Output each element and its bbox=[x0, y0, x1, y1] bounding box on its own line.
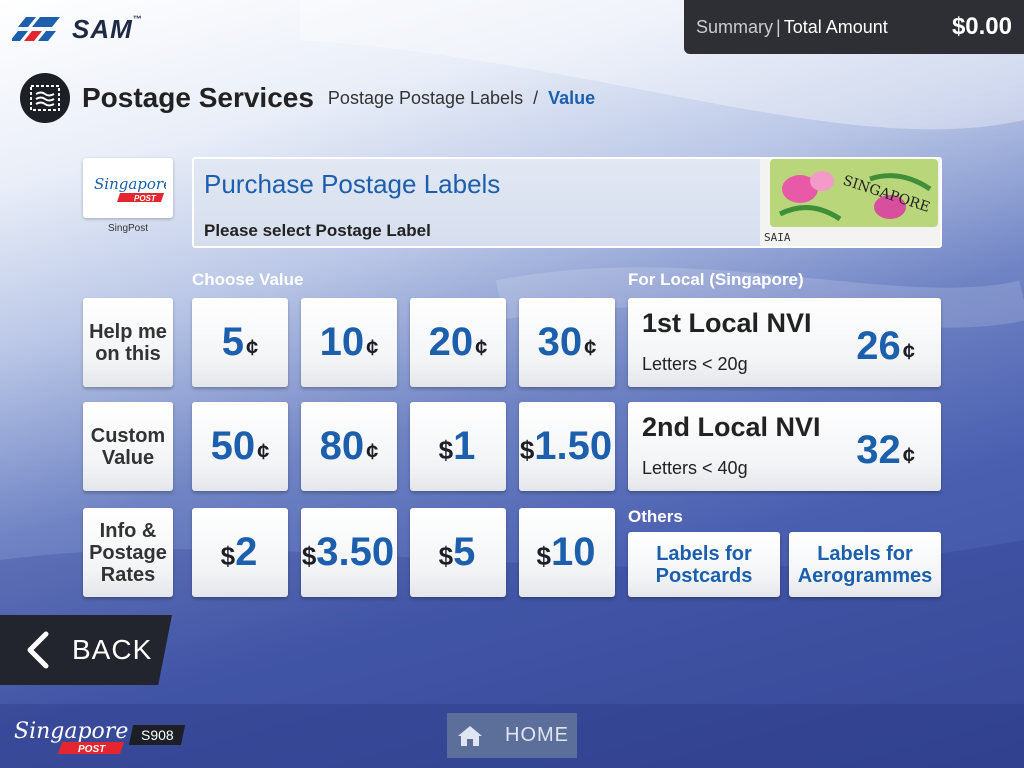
svg-text:SAIA: SAIA bbox=[764, 231, 791, 244]
local-section-label: For Local (Singapore) bbox=[628, 270, 804, 289]
value-20c-button[interactable]: 20 ¢ bbox=[410, 298, 506, 387]
local-nvi-price: 26 ¢ bbox=[856, 324, 915, 368]
value-3-50-button[interactable]: $3.50 bbox=[301, 508, 397, 597]
back-button[interactable]: BACK bbox=[0, 615, 172, 685]
svg-text:POST: POST bbox=[78, 744, 106, 755]
purchase-banner: Purchase Postage Labels Please select Po… bbox=[192, 157, 942, 248]
home-button[interactable]: HOME bbox=[447, 713, 577, 758]
breadcrumb-separator: / bbox=[533, 87, 539, 108]
value-30c-button[interactable]: 30 ¢ bbox=[519, 298, 615, 387]
value-1-50-button[interactable]: $1.50 bbox=[519, 402, 615, 491]
stamp-icon bbox=[20, 73, 70, 123]
breadcrumb-current: Value bbox=[548, 87, 596, 108]
banner-subtitle: Please select Postage Label bbox=[204, 221, 431, 240]
sam-logo-mark bbox=[12, 16, 60, 41]
banner-title: Purchase Postage Labels bbox=[204, 169, 501, 199]
singpost-footer-logo: Singapore POST bbox=[12, 714, 128, 763]
help-line1: Help me bbox=[89, 320, 167, 343]
value-10c-button[interactable]: 10 ¢ bbox=[301, 298, 397, 387]
first-local-nvi-button[interactable]: 1st Local NVI Letters < 20g 26 ¢ bbox=[628, 298, 941, 387]
value-1-dollar-button[interactable]: $1 bbox=[410, 402, 506, 491]
custom-value-button[interactable]: Custom Value bbox=[83, 402, 173, 491]
postcards-line2: Postcards bbox=[655, 564, 753, 587]
singpost-logo: Singapore POST bbox=[83, 158, 173, 218]
local-nvi-price: 32 ¢ bbox=[856, 428, 915, 472]
local-nvi-name: 1st Local NVI bbox=[642, 308, 812, 338]
local-nvi-name: 2nd Local NVI bbox=[642, 412, 821, 442]
custom-line1: Custom bbox=[90, 424, 166, 447]
kiosk-id-badge: S908 bbox=[128, 725, 186, 745]
back-label: BACK bbox=[72, 634, 153, 665]
value-80c-button[interactable]: 80 ¢ bbox=[301, 402, 397, 491]
sam-logo: SAM™ bbox=[12, 14, 143, 45]
local-nvi-note: Letters < 40g bbox=[642, 458, 748, 478]
page-title: Postage Services bbox=[82, 82, 314, 113]
value-5-dollar-button[interactable]: $5 bbox=[410, 508, 506, 597]
info-line2: Postage bbox=[89, 541, 167, 564]
help-me-button[interactable]: Help me on this bbox=[83, 298, 173, 387]
custom-line2: Value bbox=[101, 446, 155, 469]
svg-text:Singapore: Singapore bbox=[14, 719, 128, 744]
labels-aerogrammes-button[interactable]: Labels for Aerogrammes bbox=[789, 532, 941, 597]
svg-text:Singapore: Singapore bbox=[94, 175, 166, 193]
choose-value-label: Choose Value bbox=[192, 270, 304, 289]
value-2-dollar-button[interactable]: $2 bbox=[192, 508, 288, 597]
info-line1: Info & bbox=[99, 519, 157, 542]
postcards-line1: Labels for bbox=[656, 542, 752, 565]
info-line3: Rates bbox=[100, 563, 156, 586]
info-postage-rates-button[interactable]: Info & Postage Rates bbox=[83, 508, 173, 597]
home-label: HOME bbox=[505, 724, 569, 746]
brand-name: SAM™ bbox=[72, 14, 143, 44]
breadcrumb-path[interactable]: Postage Postage Labels bbox=[328, 88, 523, 109]
svg-text:POST: POST bbox=[134, 194, 157, 203]
aerogrammes-line1: Labels for bbox=[817, 542, 913, 565]
labels-postcards-button[interactable]: Labels for Postcards bbox=[628, 532, 780, 597]
stamp-art-image: SINGAPORE SAIA bbox=[760, 159, 940, 246]
provider-label: SingPost bbox=[107, 223, 149, 234]
local-nvi-note: Letters < 20g bbox=[642, 354, 748, 374]
value-5c-button[interactable]: 5 ¢ bbox=[192, 298, 288, 387]
total-amount-value: $0.00 bbox=[951, 13, 1012, 40]
value-10-dollar-button[interactable]: $10 bbox=[519, 508, 615, 597]
summary-label: Summary bbox=[696, 16, 774, 37]
others-section-label: Others bbox=[628, 507, 683, 526]
aerogrammes-line2: Aerogrammes bbox=[797, 564, 933, 587]
summary-panel[interactable]: Summary | Total Amount $0.00 bbox=[684, 0, 1024, 54]
home-icon bbox=[458, 725, 482, 746]
value-50c-button[interactable]: 50 ¢ bbox=[192, 402, 288, 491]
second-local-nvi-button[interactable]: 2nd Local NVI Letters < 40g 32 ¢ bbox=[628, 402, 941, 491]
breadcrumb: Postage Services Postage Postage Labels … bbox=[20, 73, 595, 123]
help-line2: on this bbox=[95, 342, 161, 365]
chevron-left-icon bbox=[27, 631, 49, 669]
total-amount-label: Total Amount bbox=[783, 16, 888, 37]
summary-separator: | bbox=[776, 16, 781, 37]
